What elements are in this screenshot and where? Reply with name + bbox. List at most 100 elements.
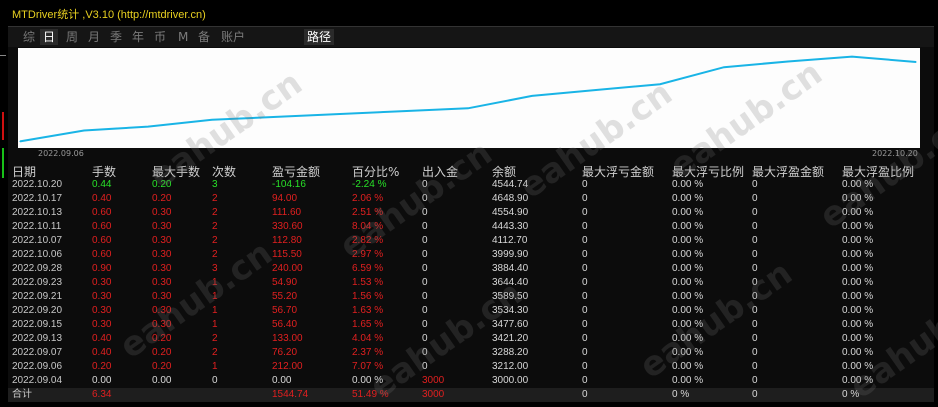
- cell-count: 1: [212, 291, 218, 302]
- balance-point: [467, 107, 469, 109]
- cell-max-float-loss-pct: 0.00 %: [672, 361, 704, 372]
- cell-max-float-profit: 0: [752, 361, 758, 372]
- cell-max-float-profit: 0: [752, 221, 758, 232]
- cell-max-float-profit: 0: [752, 291, 758, 302]
- table-row[interactable]: 2022.09.07 0.40 0.20 2 76.20 2.37 % 0 3288.20 0 0…: [8, 346, 934, 360]
- cell-balance: 3589.50: [492, 291, 529, 302]
- table-row[interactable]: 2022.09.21 0.30 0.30 1 55.20 1.56 % 0 3589.50 0 0…: [8, 290, 934, 304]
- cell-count: 2: [212, 347, 218, 358]
- table-row[interactable]: 2022.09.23 0.30 0.30 1 54.90 1.53 % 0 3644.40 0 0…: [8, 276, 934, 290]
- cell-date: 2022.09.13: [12, 333, 63, 344]
- cell-date: 2022.10.13: [12, 207, 63, 218]
- cell-pct: 2.97 %: [352, 249, 384, 260]
- cell-balance: 3884.40: [492, 263, 529, 274]
- table-row[interactable]: 2022.10.11 0.60 0.30 2 330.60 8.04 % 0 4443.30 0…: [8, 220, 934, 234]
- cell-date: 2022.09.23: [12, 277, 63, 288]
- cell-balance: 3288.20: [492, 347, 529, 358]
- cell-count: 2: [212, 235, 218, 246]
- cell-count: 2: [212, 249, 218, 260]
- tab-5[interactable]: 年: [129, 29, 147, 45]
- cell-max-lots: 0.00: [152, 375, 172, 386]
- cell-deposit: 0: [422, 207, 428, 218]
- cell-count: 2: [212, 221, 218, 232]
- tab-7[interactable]: M: [175, 29, 191, 45]
- cell-date: 2022.10.20: [12, 179, 63, 190]
- cell-max-float-profit-pct: 0.00 %: [842, 319, 874, 330]
- table-row[interactable]: 2022.09.06 0.20 0.20 1 212.00 7.07 % 0 3212.00 0…: [8, 360, 934, 374]
- table-row[interactable]: 2022.10.17 0.40 0.20 2 94.00 2.06 % 0 4648.90 0 0…: [8, 192, 934, 206]
- balance-line: [19, 55, 917, 143]
- cell-count: 1: [212, 277, 218, 288]
- tab-0[interactable]: 综: [20, 29, 38, 45]
- cell-date: 2022.09.06: [12, 361, 63, 372]
- cell-max-float-profit: 0: [752, 375, 758, 386]
- cell-balance: 3644.40: [492, 277, 529, 288]
- table-row[interactable]: 2022.09.15 0.30 0.30 1 56.40 1.65 % 0 3477.60 0 0…: [8, 318, 934, 332]
- cell-max-lots: 0.30: [152, 263, 172, 274]
- table-row[interactable]: 2022.10.06 0.60 0.30 2 115.50 2.97 % 0 3999.90 0…: [8, 248, 934, 262]
- cell-pct: 1.53 %: [352, 277, 384, 288]
- cell-max-float-profit: 0: [752, 277, 758, 288]
- table-row[interactable]: 2022.10.13 0.60 0.30 2 111.60 2.51 % 0 4554.90 0…: [8, 206, 934, 220]
- cell-pnl: 54.90: [272, 277, 298, 288]
- cell-date: 2022.10.06: [12, 249, 63, 260]
- cell-date: 2022.09.15: [12, 319, 63, 330]
- tab-6[interactable]: 币: [151, 29, 169, 45]
- cell-pct: 0.00 %: [352, 375, 384, 386]
- tab-4[interactable]: 季: [107, 29, 125, 45]
- cell-balance: 3000.00: [492, 375, 529, 386]
- cell-max-float-profit-pct: 0.00 %: [842, 333, 874, 344]
- cell-max-float-loss: 0: [582, 235, 588, 246]
- tab-8[interactable]: 备: [195, 29, 213, 45]
- title-bar[interactable]: MTDriver统计 ,V3.10 (http://mtdriver.cn): [8, 0, 934, 27]
- cell-count: 2: [212, 207, 218, 218]
- table-row[interactable]: 2022.09.28 0.90 0.30 3 240.00 6.59 % 0 3884.40 0…: [8, 262, 934, 276]
- cell-pct: 2.37 %: [352, 347, 384, 358]
- cell-balance: 4443.30: [492, 221, 529, 232]
- balance-point: [339, 113, 341, 115]
- chart-start-date: 2022.09.06: [38, 149, 84, 158]
- cell-pct: 2.51 %: [352, 207, 384, 218]
- cell-pnl: 0.00: [272, 375, 292, 386]
- cell-max-float-profit-pct: 0.00 %: [842, 179, 874, 190]
- table-row[interactable]: 2022.09.04 0.00 0.00 0 0.00 0.00 % 3000 3000.00…: [8, 374, 934, 388]
- cell-date: 2022.09.28: [12, 263, 63, 274]
- table-row[interactable]: 2022.10.20 0.44 0.20 3 -104.16 -2.24 % 0 4544.7…: [8, 178, 934, 192]
- cell-max-float-loss-pct: 0.00 %: [672, 221, 704, 232]
- cell-count: 1: [212, 305, 218, 316]
- cell-date: 2022.10.17: [12, 193, 63, 204]
- cell-pct: 2.06 %: [352, 193, 384, 204]
- cell-max-lots: 0.30: [152, 291, 172, 302]
- cell-balance: 4648.90: [492, 193, 529, 204]
- cell-lots: 0.90: [92, 263, 112, 274]
- cell-lots: 0.60: [92, 207, 112, 218]
- cell-deposit: 0: [422, 249, 428, 260]
- cell-deposit: 0: [422, 333, 428, 344]
- stats-window: MTDriver统计 ,V3.10 (http://mtdriver.cn) 综…: [8, 0, 938, 407]
- cell-max-lots: 0.20: [152, 333, 172, 344]
- tab-3[interactable]: 月: [85, 29, 103, 45]
- tab-1[interactable]: 日: [40, 29, 59, 45]
- cell-max-float-loss-pct: 0.00 %: [672, 193, 704, 204]
- cell-max-float-loss: 0: [582, 375, 588, 386]
- cell-pnl: 240.00: [272, 263, 303, 274]
- cell-balance: 3212.00: [492, 361, 529, 372]
- cell-max-float-loss: 0: [582, 333, 588, 344]
- cell-max-float-profit: 0: [752, 333, 758, 344]
- balance-point: [211, 119, 213, 121]
- cell-pnl: 56.70: [272, 305, 298, 316]
- cell-max-float-loss: 0: [582, 277, 588, 288]
- left-edge: [0, 0, 8, 400]
- cell-balance: 4554.90: [492, 207, 529, 218]
- table-row[interactable]: 2022.09.13 0.40 0.20 2 133.00 4.04 % 0 3421.20 0…: [8, 332, 934, 346]
- tab-10[interactable]: 路径: [304, 29, 335, 45]
- tab-9[interactable]: 账户: [218, 29, 248, 45]
- cell-deposit: 0: [422, 347, 428, 358]
- table-row[interactable]: 2022.09.20 0.30 0.30 1 56.70 1.63 % 0 3534.30 0 0…: [8, 304, 934, 318]
- cell-max-float-profit-pct: 0.00 %: [842, 249, 874, 260]
- cell-max-lots: 0.30: [152, 249, 172, 260]
- table-row[interactable]: 2022.10.07 0.60 0.30 2 112.80 2.82 % 0 4112.70 0…: [8, 234, 934, 248]
- cell-pnl: 94.00: [272, 193, 298, 204]
- tab-2[interactable]: 周: [63, 29, 81, 45]
- cell-pnl: 212.00: [272, 361, 303, 372]
